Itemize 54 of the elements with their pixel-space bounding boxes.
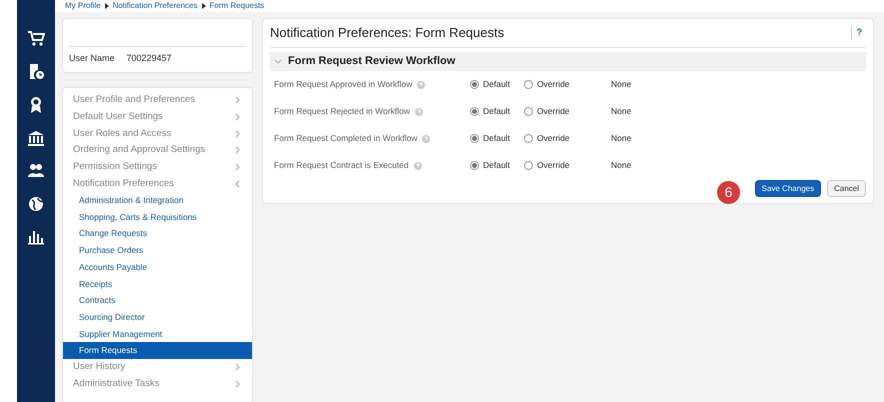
nav-item[interactable]: User History [63,359,252,376]
nav-subitem[interactable]: Accounts Payable [63,258,252,276]
help-link[interactable]: ? [850,26,862,40]
setting-value: None [611,132,632,145]
caret-right-icon [202,3,206,9]
radio-option[interactable]: Default [470,132,510,145]
nav-subitem[interactable]: Supplier Management [63,326,252,342]
nav-item[interactable]: Administrative Tasks [63,376,252,392]
step-badge: 6 [717,181,740,204]
nav-subitem[interactable]: Receipts [63,276,252,292]
setting-label: Form Request Rejected in Workflow [274,105,410,118]
section-header[interactable]: Form Request Review Workflow [270,52,866,71]
breadcrumb-link[interactable]: My Profile [65,0,101,12]
nav-item[interactable]: Notification Preferences [63,175,252,192]
user-name-value: 700229457 [126,52,172,64]
nav-item[interactable]: User Roles and Access [63,125,252,142]
cart-icon[interactable] [27,30,45,48]
nav-subitem[interactable]: Shopping, Carts & Requisitions [63,208,252,226]
nav-item[interactable]: Default User Settings [63,108,252,126]
setting-label: Form Request Completed in Workflow [274,132,418,145]
breadcrumb-link[interactable]: Notification Preferences [112,0,198,12]
nav-subitem[interactable]: Purchase Orders [63,242,252,259]
radio-option[interactable]: Override [524,78,570,91]
bank-icon[interactable] [27,129,45,147]
users-icon[interactable] [27,162,45,180]
radio-option[interactable]: Override [524,105,570,118]
save-button[interactable]: Save Changes [754,180,822,197]
globe-icon[interactable] [27,195,45,213]
radio-option[interactable]: Override [524,132,570,145]
radio-option[interactable]: Default [470,78,510,91]
nav-subitem[interactable]: Administration & Integration [63,192,252,209]
nav-subitem[interactable]: Form Requests [63,342,252,359]
setting-value: None [611,78,632,91]
nav-item[interactable]: Permission Settings [63,158,252,176]
caret-right-icon [104,3,109,9]
setting-value: None [611,105,632,118]
nav-item[interactable]: User Profile and Preferences [63,92,252,109]
setting-value: None [611,159,632,172]
panel-title: Notification Preferences: Form Requests [270,24,504,42]
nav-subitem[interactable]: Sourcing Director [63,308,252,326]
user-name-label: User Name [69,52,115,64]
nav-subitem[interactable]: Change Requests [63,226,252,242]
radio-option[interactable]: Default [470,159,510,172]
breadcrumb-link[interactable]: Form Requests [210,0,264,12]
document-clock-icon[interactable] [27,63,45,81]
chevron-left-icon [235,180,240,188]
cancel-button[interactable]: Cancel [827,180,866,197]
nav-subitem[interactable]: Contracts [63,292,252,309]
nav-item[interactable]: Ordering and Approval Settings [63,142,252,159]
bar-chart-icon[interactable] [27,228,45,246]
setting-label: Form Request Approved in Workflow [274,78,412,91]
radio-option[interactable]: Override [524,159,570,172]
radio-option[interactable]: Default [470,105,510,118]
setting-label: Form Request Contract is Executed [274,159,409,172]
